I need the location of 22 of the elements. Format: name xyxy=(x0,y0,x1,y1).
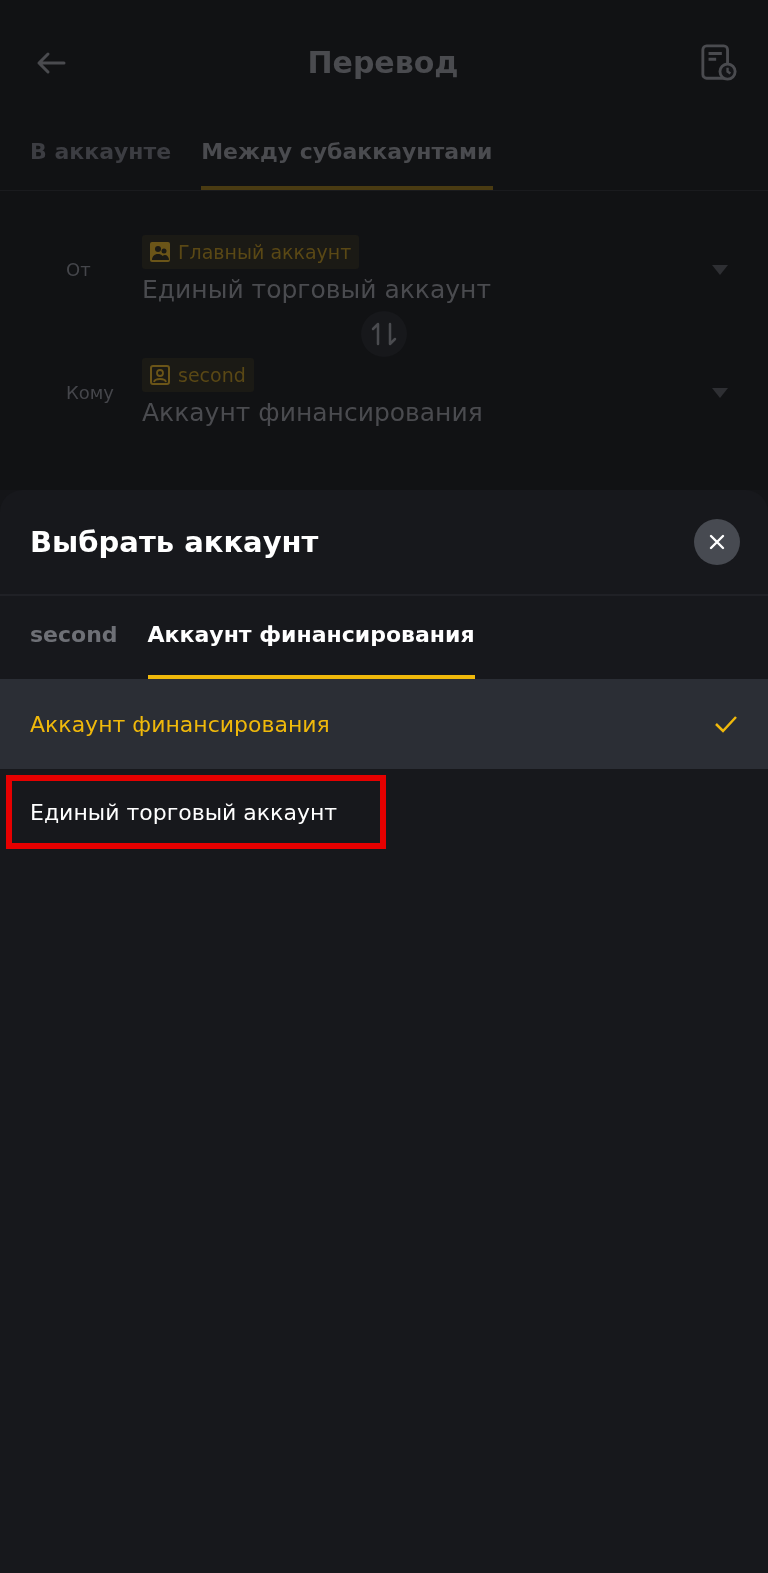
account-tag: second xyxy=(142,358,254,392)
dropdown-arrow-icon[interactable] xyxy=(712,387,728,398)
account-option[interactable]: Аккаунт финансирования xyxy=(0,679,768,769)
tab[interactable]: second xyxy=(30,596,118,679)
account-option[interactable]: Единый торговый аккаунт xyxy=(6,775,386,849)
close-icon xyxy=(709,534,725,550)
dropdown-arrow-icon[interactable] xyxy=(712,264,728,275)
account-tag: Главный аккаунт xyxy=(142,235,360,269)
close-button[interactable] xyxy=(694,519,740,565)
person-icon xyxy=(150,365,170,385)
checkmark-icon xyxy=(714,715,738,733)
page-title: Перевод xyxy=(307,45,459,80)
history-icon[interactable] xyxy=(700,43,738,82)
tab[interactable]: Между субаккаунтами xyxy=(201,125,493,190)
sheet-title: Выбрать аккаунт xyxy=(30,525,319,559)
account-name[interactable]: Аккаунт финансирования xyxy=(142,398,483,427)
option-label: Единый торговый аккаунт xyxy=(30,799,338,825)
account-name[interactable]: Единый торговый аккаунт xyxy=(142,275,491,304)
swap-icon[interactable] xyxy=(360,310,408,358)
back-icon[interactable] xyxy=(36,50,66,75)
people-icon xyxy=(150,242,170,262)
option-label: Аккаунт финансирования xyxy=(30,711,330,737)
